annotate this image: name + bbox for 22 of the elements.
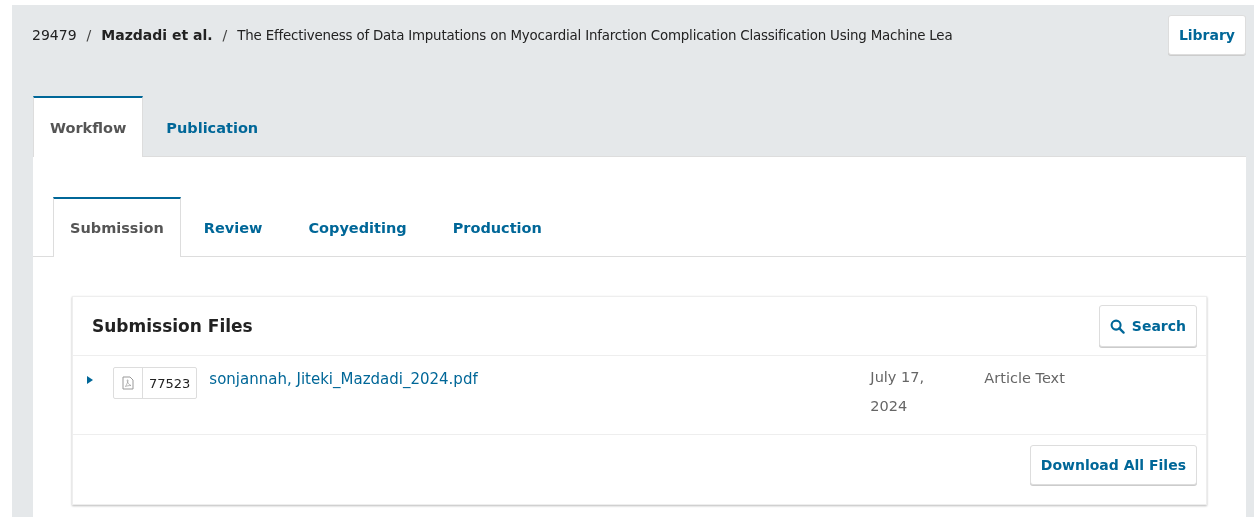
breadcrumb-separator: / <box>222 27 228 43</box>
file-id: 77523 <box>148 374 192 393</box>
search-icon <box>1109 318 1125 334</box>
tab[interactable]: Submission <box>53 197 181 257</box>
tab[interactable]: Production <box>429 197 565 256</box>
library-button[interactable]: Library <box>1167 15 1246 55</box>
file-link[interactable]: sonjannah, Jiteki_Mazdadi_2024.pdf <box>209 370 871 388</box>
submission-title: The Effectiveness of Data Imputations on Myocardial Infarction Complication Classification Using Machine Lea <box>237 27 953 43</box>
download-all-button[interactable]: Download All Files <box>1029 445 1197 485</box>
caret-icon <box>85 375 95 385</box>
tab[interactable]: Review <box>180 197 286 256</box>
tab[interactable]: Copyediting <box>285 197 430 256</box>
breadcrumb-separator: / <box>86 27 92 43</box>
file-icon <box>122 376 134 390</box>
file-type: Article Text <box>984 370 1065 386</box>
author-names: Mazdadi et al. <box>101 27 213 43</box>
panel-title: Submission Files <box>92 316 253 336</box>
tab[interactable]: Publication <box>143 96 282 157</box>
file-date: July 17, 2024 <box>870 368 926 416</box>
search-button[interactable]: Search <box>1098 305 1197 347</box>
submission-id: 29479 <box>32 27 77 43</box>
tab[interactable]: Workflow <box>33 96 144 157</box>
